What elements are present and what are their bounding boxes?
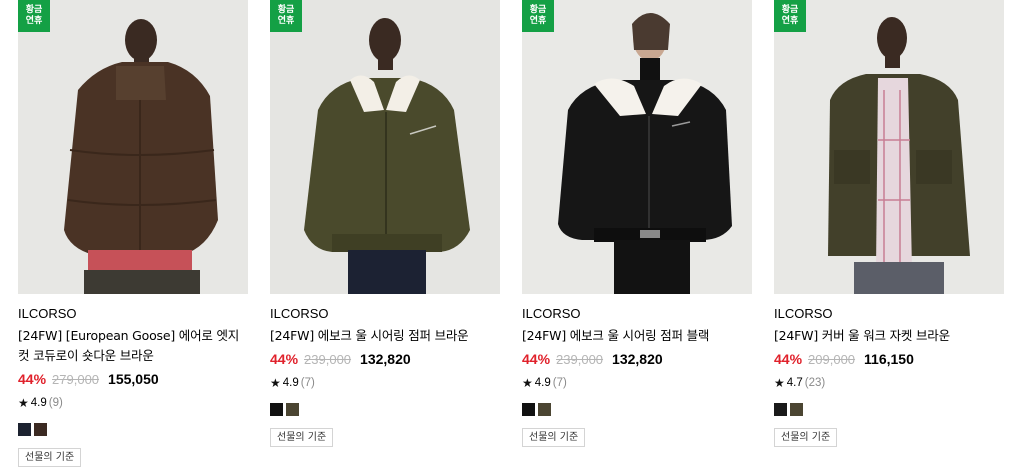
product-photo-black-bomber — [522, 0, 752, 294]
product-image[interactable]: 황금 연휴 — [18, 0, 248, 294]
brand-name[interactable]: ILCORSO — [270, 306, 500, 322]
product-title[interactable]: [24FW] 커버 울 워크 자켓 브라운 — [774, 326, 1004, 346]
sale-price: 132,820 — [360, 351, 411, 367]
product-title[interactable]: [24FW] 에보크 울 시어링 점퍼 블랙 — [522, 326, 752, 346]
rating-row: ★ 4.9 (9) — [18, 396, 248, 410]
color-swatch[interactable] — [18, 423, 31, 436]
rating-value: 4.9 — [30, 397, 47, 409]
product-image[interactable]: 황금 연휴 — [774, 0, 1004, 294]
gift-tag[interactable]: 선물의 기준 — [774, 428, 838, 447]
brand-name[interactable]: ILCORSO — [522, 306, 752, 322]
product-title-line: 컷 코듀로이 숏다운 브라운 — [18, 348, 154, 363]
original-price: 209,000 — [808, 351, 856, 367]
holiday-badge: 황금 연휴 — [18, 0, 50, 32]
product-image[interactable]: 황금 연휴 — [522, 0, 752, 294]
discount-rate: 44% — [270, 351, 299, 367]
product-title-line: [24FW] 에보크 울 시어링 점퍼 블랙 — [522, 328, 710, 343]
review-count: (23) — [804, 377, 826, 389]
price-row: 44% 209,000 116,150 — [774, 348, 1004, 370]
color-swatch[interactable] — [270, 403, 283, 416]
product-card[interactable]: 황금 연휴 ILCORSO [24FW] [European Goose] 에어… — [18, 0, 248, 467]
review-count: (7) — [552, 377, 567, 389]
brand-name[interactable]: ILCORSO — [18, 306, 248, 322]
star-icon: ★ — [18, 396, 29, 410]
price-row: 44% 279,000 155,050 — [18, 368, 248, 390]
original-price: 279,000 — [52, 371, 100, 387]
star-icon: ★ — [270, 376, 281, 390]
product-title[interactable]: [24FW] [European Goose] 에어로 엣지 컷 코듀로이 숏다… — [18, 326, 248, 366]
discount-rate: 44% — [774, 351, 803, 367]
holiday-badge: 황금 연휴 — [522, 0, 554, 32]
star-icon: ★ — [774, 376, 785, 390]
rating-value: 4.9 — [282, 377, 299, 389]
sale-price: 132,820 — [612, 351, 663, 367]
product-photo-olive-work-jacket — [774, 0, 1004, 294]
holiday-badge: 황금 연휴 — [270, 0, 302, 32]
product-image[interactable]: 황금 연휴 — [270, 0, 500, 294]
product-card[interactable]: 황금 연휴 ILCORSO [24FW] 에보크 울 시어링 점퍼 브라운 44… — [270, 0, 500, 447]
gift-tag[interactable]: 선물의 기준 — [18, 448, 82, 467]
sale-price: 155,050 — [108, 371, 159, 387]
price-row: 44% 239,000 132,820 — [522, 348, 752, 370]
original-price: 239,000 — [556, 351, 604, 367]
product-title[interactable]: [24FW] 에보크 울 시어링 점퍼 브라운 — [270, 326, 500, 346]
discount-rate: 44% — [522, 351, 551, 367]
sale-price: 116,150 — [864, 351, 914, 367]
product-title-line: [24FW] 에보크 울 시어링 점퍼 브라운 — [270, 328, 469, 343]
color-swatch[interactable] — [774, 403, 787, 416]
color-swatches — [774, 403, 1004, 416]
product-title-line: [24FW] [European Goose] 에어로 엣지 — [18, 328, 240, 343]
product-title-line: [24FW] 커버 울 워크 자켓 브라운 — [774, 328, 950, 343]
rating-value: 4.9 — [534, 377, 551, 389]
discount-rate: 44% — [18, 371, 47, 387]
review-count: (9) — [48, 397, 63, 409]
rating-value: 4.7 — [786, 377, 803, 389]
rating-row: ★ 4.9 (7) — [270, 376, 500, 390]
color-swatches — [18, 423, 248, 436]
review-count: (7) — [300, 377, 315, 389]
gift-tag[interactable]: 선물의 기준 — [522, 428, 586, 447]
color-swatch[interactable] — [286, 403, 299, 416]
color-swatch[interactable] — [538, 403, 551, 416]
product-card[interactable]: 황금 연휴 ILCORSO [24FW] 에보크 울 시어링 점퍼 블랙 44%… — [522, 0, 752, 447]
gift-tag[interactable]: 선물의 기준 — [270, 428, 334, 447]
color-swatch[interactable] — [790, 403, 803, 416]
rating-row: ★ 4.9 (7) — [522, 376, 752, 390]
color-swatch[interactable] — [34, 423, 47, 436]
product-grid: 황금 연휴 ILCORSO [24FW] [European Goose] 에어… — [0, 0, 1018, 474]
price-row: 44% 239,000 132,820 — [270, 348, 500, 370]
original-price: 239,000 — [304, 351, 352, 367]
color-swatch[interactable] — [522, 403, 535, 416]
brand-name[interactable]: ILCORSO — [774, 306, 1004, 322]
rating-row: ★ 4.7 (23) — [774, 376, 1004, 390]
color-swatches — [522, 403, 752, 416]
holiday-badge: 황금 연휴 — [774, 0, 806, 32]
star-icon: ★ — [522, 376, 533, 390]
product-card[interactable]: 황금 연휴 ILCORSO [24FW] 커버 울 워크 자켓 브라운 44% … — [774, 0, 1004, 447]
product-photo-olive-bomber — [270, 0, 500, 294]
product-photo-brown-puffer — [18, 0, 248, 294]
color-swatches — [270, 403, 500, 416]
